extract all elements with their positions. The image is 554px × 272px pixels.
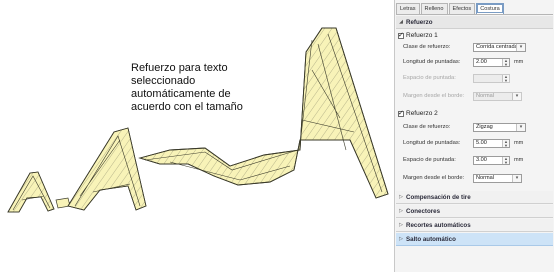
refuerzo2-espacio-value: 3.00 [476,157,487,163]
section-salto-title: Salto automático [406,235,456,243]
refuerzo1-espacio-stepper: ▲ ▼ [473,74,510,83]
refuerzo2-label: Refuerzo 2 [406,110,438,117]
refuerzo2-margen-label: Margen desde el borde: [403,175,465,181]
refuerzo1-clase-label: Clase de refuerzo: [403,44,451,50]
spinner-arrows-icon: ▲ ▼ [502,75,509,82]
spinner-arrows-icon[interactable]: ▲ ▼ [502,59,509,66]
section-conectores-header[interactable]: ▷ Conectores [396,205,553,218]
refuerzo2-espacio-stepper[interactable]: 3.00 ▲ ▼ [473,156,510,165]
refuerzo2-clase-label: Clase de refuerzo: [403,124,451,130]
refuerzo2-margen-select[interactable]: Normal ▾ [473,174,522,183]
refuerzo2-longitud-label: Longitud de puntadas: [403,140,461,146]
section-conectores-title: Conectores [406,207,441,215]
refuerzo1-clase-value: Corrida centrada [476,44,518,50]
refuerzo2-longitud-stepper[interactable]: 5.00 ▲ ▼ [473,139,510,148]
refuerzo2-espacio-label: Espacio de puntada: [403,157,456,163]
refuerzo1-longitud-unit: mm [514,59,524,65]
chevron-down-icon[interactable]: ▾ [516,124,525,131]
chevron-down-icon[interactable]: ▾ [512,175,521,182]
section-compensacion-header[interactable]: ▷ Compensación de tire [396,191,553,204]
refuerzo1-longitud-value: 2.00 [476,59,487,65]
refuerzo2-margen-value: Normal [476,175,495,181]
properties-panel: Letras Relleno Efectos Costura ◢ Refuerz… [394,0,554,272]
letter-a-small-tail [55,197,71,209]
spinner-arrows-icon[interactable]: ▲ ▼ [502,140,509,147]
refuerzo2-checkbox-row[interactable]: Refuerzo 2 [398,109,438,118]
refuerzo1-label: Refuerzo 1 [406,32,438,39]
chevron-right-icon: ▷ [399,222,403,228]
chevron-right-icon: ▷ [399,194,403,200]
refuerzo1-margen-label: Margen desde el borde: [403,93,465,99]
refuerzo1-checkbox-row[interactable]: Refuerzo 1 [398,31,438,40]
chevron-right-icon: ▷ [399,236,403,242]
refuerzo1-longitud-stepper[interactable]: 2.00 ▲ ▼ [473,58,510,67]
stitch-preview-canvas [7,27,389,213]
panel-tabs: Letras Relleno Efectos Costura [396,3,505,14]
section-salto-header[interactable]: ▷ Salto automático [396,233,553,246]
refuerzo2-espacio-unit: mm [514,157,524,163]
refuerzo2-longitud-unit: mm [514,140,524,146]
spinner-arrows-icon[interactable]: ▲ ▼ [502,157,509,164]
tab-costura[interactable]: Costura [476,3,504,14]
tab-efectos[interactable]: Efectos [448,3,476,14]
letter-a-small [7,171,55,213]
caption-text: Refuerzo para texto seleccionado automát… [131,62,243,113]
chevron-down-icon: ◢ [399,19,403,25]
section-refuerzo-title: Refuerzo [406,18,433,26]
letter-a-medium [67,127,147,211]
refuerzo2-longitud-value: 5.00 [476,140,487,146]
chevron-down-icon[interactable]: ▾ [516,44,525,51]
section-recortes-title: Recortes automáticos [406,221,471,229]
refuerzo1-margen-select: Normal ▾ [473,92,522,101]
section-recortes-header[interactable]: ▷ Recortes automáticos [396,219,553,232]
chevron-down-icon: ▾ [512,93,521,100]
refuerzo2-checkbox[interactable] [398,109,404,117]
chevron-right-icon: ▷ [399,208,403,214]
refuerzo2-clase-select[interactable]: Zigzag ▾ [473,123,526,132]
section-compensacion-title: Compensación de tire [406,193,471,201]
section-refuerzo-header[interactable]: ◢ Refuerzo [396,16,553,29]
refuerzo1-clase-select[interactable]: Corrida centrada ▾ [473,43,526,52]
refuerzo1-checkbox[interactable] [398,31,404,39]
tab-letras[interactable]: Letras [396,3,420,14]
refuerzo1-margen-value: Normal [476,93,495,99]
refuerzo1-longitud-label: Longitud de puntadas: [403,59,461,65]
tab-divider [396,14,553,15]
tab-relleno[interactable]: Relleno [420,3,448,14]
refuerzo1-espacio-label: Espacio de puntada: [403,75,456,81]
refuerzo2-clase-value: Zigzag [476,124,493,130]
